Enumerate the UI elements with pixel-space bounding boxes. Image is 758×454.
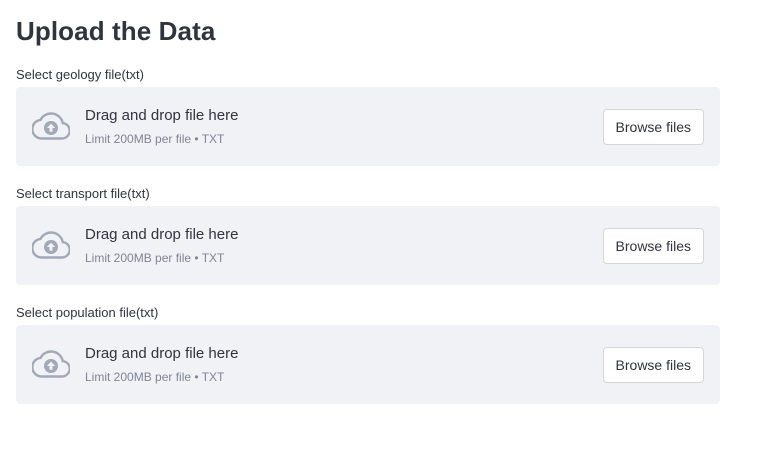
file-uploader-transport: Select transport file(txt) Drag and drop…: [16, 186, 720, 285]
file-uploader-population: Select population file(txt) Drag and dro…: [16, 305, 720, 404]
drop-instructions: Drag and drop file here: [85, 226, 239, 243]
browse-files-button[interactable]: Browse files: [602, 109, 704, 145]
dropzone[interactable]: Drag and drop file here Limit 200MB per …: [16, 325, 720, 404]
cloud-upload-icon: [32, 231, 70, 259]
file-uploader-geology: Select geology file(txt) Drag and drop f…: [16, 67, 720, 166]
dropzone[interactable]: Drag and drop file here Limit 200MB per …: [16, 206, 720, 285]
upload-page: Upload the Data Select geology file(txt)…: [16, 0, 720, 404]
uploader-label: Select geology file(txt): [16, 67, 144, 82]
drop-instructions: Drag and drop file here: [85, 345, 239, 362]
uploader-label: Select transport file(txt): [16, 186, 150, 201]
file-limit-text: Limit 200MB per file • TXT: [85, 132, 225, 146]
drop-text: Drag and drop file here Limit 200MB per …: [85, 344, 238, 384]
file-limit-text: Limit 200MB per file • TXT: [85, 251, 225, 265]
drop-text: Drag and drop file here Limit 200MB per …: [85, 106, 238, 146]
file-limit-text: Limit 200MB per file • TXT: [85, 370, 225, 384]
cloud-upload-icon: [32, 112, 70, 140]
browse-files-button[interactable]: Browse files: [602, 228, 704, 264]
drop-text: Drag and drop file here Limit 200MB per …: [85, 225, 238, 265]
cloud-upload-icon: [32, 350, 70, 378]
browse-files-button[interactable]: Browse files: [602, 347, 704, 383]
uploader-label: Select population file(txt): [16, 305, 159, 320]
dropzone[interactable]: Drag and drop file here Limit 200MB per …: [16, 87, 720, 166]
drop-instructions: Drag and drop file here: [85, 107, 239, 124]
page-title: Upload the Data: [16, 16, 216, 46]
